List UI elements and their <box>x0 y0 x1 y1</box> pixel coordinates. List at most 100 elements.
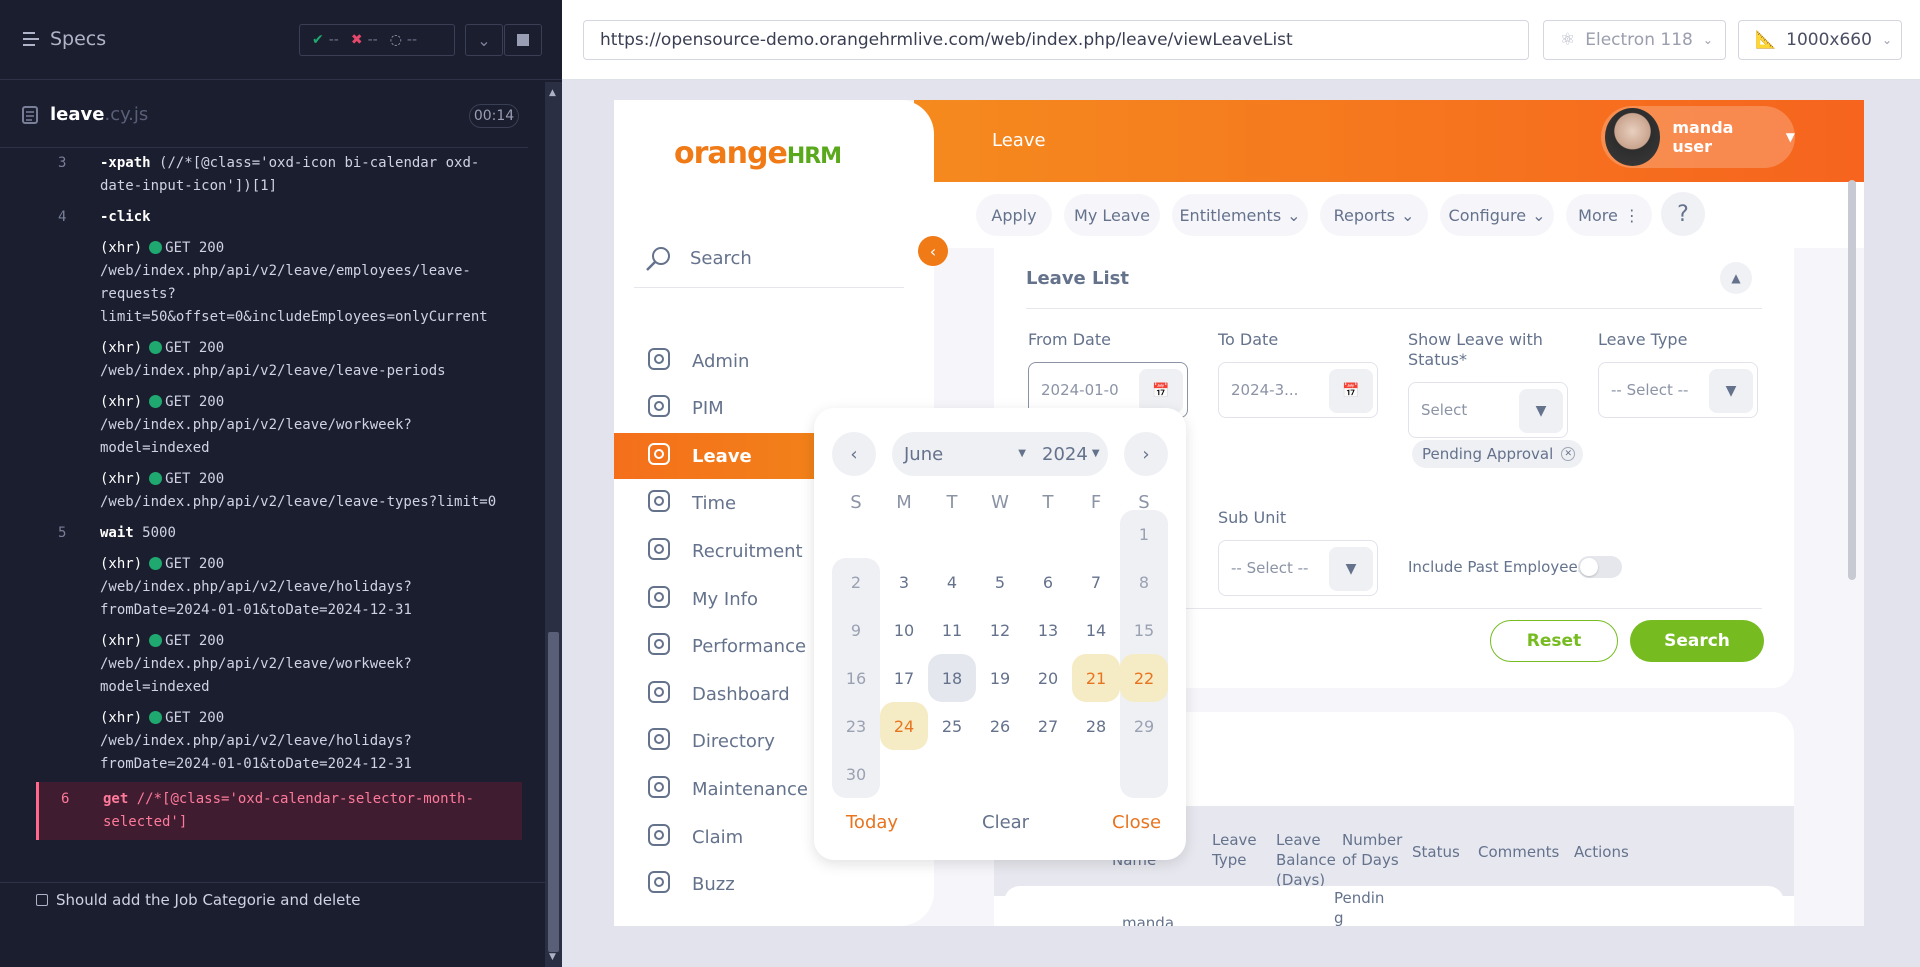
test-checkbox[interactable] <box>36 893 48 906</box>
test-title-row[interactable]: Should add the Job Categorie and delete <box>0 882 548 916</box>
calendar-day[interactable]: 7 <box>1072 558 1120 606</box>
search-label: Search <box>690 248 752 269</box>
calendar-day[interactable]: 25 <box>928 702 976 750</box>
tab-my-leave[interactable]: My Leave <box>1064 194 1160 236</box>
specs-toggle[interactable]: Specs <box>22 28 106 50</box>
caret-down-icon[interactable]: ▼ <box>1709 369 1753 413</box>
calendar-day[interactable]: 10 <box>880 606 928 654</box>
scrollbar-thumb[interactable] <box>548 632 559 952</box>
command-log: 3 -xpath (//*[@class='oxd-icon bi-calenda… <box>36 150 522 870</box>
table-row[interactable]: manda Pendin g <box>1004 886 1784 926</box>
command-log-item[interactable]: (xhr) GET 200 /web/index.php/api/v2/leave… <box>36 466 522 520</box>
tab-configure[interactable]: Configure ⌄ <box>1440 194 1554 236</box>
command-log-item[interactable]: (xhr) GET 200 /web/index.php/api/v2/leave… <box>36 389 522 466</box>
sub-unit-select[interactable]: -- Select -- ▼ <box>1218 540 1378 596</box>
calendar-day[interactable]: 28 <box>1072 702 1120 750</box>
collapse-sidebar-button[interactable]: ‹ <box>918 236 948 266</box>
calendar-day[interactable]: 17 <box>880 654 928 702</box>
command-log-item[interactable]: (xhr) GET 200 /web/index.php/api/v2/leave… <box>36 235 522 335</box>
calendar-day[interactable]: 18 <box>928 654 976 702</box>
caret-down-icon[interactable]: ▼ <box>1519 389 1563 433</box>
tab-label: Entitlements <box>1179 205 1282 225</box>
calendar-day[interactable]: 19 <box>976 654 1024 702</box>
command-log-item[interactable]: 6 get //*[@class='oxd-calendar-selector-m… <box>36 782 522 840</box>
today-button[interactable]: Today <box>846 812 898 833</box>
sidebar-item-label: Dashboard <box>692 683 790 705</box>
calendar-day[interactable]: 29 <box>1120 702 1168 750</box>
calendar-day[interactable]: 4 <box>928 558 976 606</box>
command-log-item[interactable]: (xhr) GET 200 /web/index.php/api/v2/leave… <box>36 551 522 628</box>
clear-button[interactable]: Clear <box>982 812 1029 833</box>
calendar-day[interactable]: 14 <box>1072 606 1120 654</box>
sidebar-search[interactable]: Search <box>634 230 904 288</box>
year-select[interactable]: 2024 ▼ <box>1042 444 1100 465</box>
leave-type-select[interactable]: -- Select -- ▼ <box>1598 362 1758 418</box>
command-log-item[interactable]: 5 wait 5000 <box>36 520 522 551</box>
calendar-day[interactable]: 9 <box>832 606 880 654</box>
calendar-day[interactable]: 16 <box>832 654 880 702</box>
scroll-up-icon[interactable]: ▲ <box>549 88 556 98</box>
browser-selector[interactable]: ⚛ Electron 118 ⌄ <box>1543 20 1726 60</box>
calendar-day[interactable]: 13 <box>1024 606 1072 654</box>
status-select[interactable]: Select ▼ <box>1408 382 1568 438</box>
calendar-day[interactable]: 27 <box>1024 702 1072 750</box>
command-name: (xhr) <box>100 240 143 256</box>
viewport-selector[interactable]: 📐 1000x660 ⌄ <box>1738 20 1902 60</box>
calendar-day[interactable]: 12 <box>976 606 1024 654</box>
sidebar-item-admin[interactable]: Admin <box>614 338 920 384</box>
calendar-day[interactable]: 21 <box>1072 654 1120 702</box>
next-month-button[interactable]: › <box>1124 432 1168 476</box>
command-log-item[interactable]: 3 -xpath (//*[@class='oxd-icon bi-calenda… <box>36 150 522 204</box>
caret-down-icon[interactable]: ▼ <box>1329 547 1373 591</box>
calendar-day[interactable]: 8 <box>1120 558 1168 606</box>
calendar-icon[interactable]: 📅 <box>1139 369 1183 413</box>
command-log-item[interactable]: (xhr) GET 200 /web/index.php/api/v2/leave… <box>36 335 522 389</box>
command-name: (xhr) <box>100 394 143 410</box>
command-body: (xhr) GET 200 /web/index.php/api/v2/leave… <box>100 630 522 699</box>
past-employees-toggle[interactable] <box>1578 556 1622 578</box>
calendar-day[interactable]: 1 <box>1120 510 1168 558</box>
frame-scrollbar[interactable] <box>1848 180 1856 580</box>
command-log-item[interactable]: 4 -click <box>36 204 522 235</box>
calendar-day[interactable]: 30 <box>832 750 880 798</box>
scroll-down-icon[interactable]: ▼ <box>549 952 556 962</box>
calendar-day[interactable]: 3 <box>880 558 928 606</box>
tab-reports[interactable]: Reports ⌄ <box>1320 194 1428 236</box>
leave-type-label: Leave Type <box>1598 330 1688 349</box>
command-name: -click <box>100 209 151 225</box>
calendar-day[interactable]: 15 <box>1120 606 1168 654</box>
calendar-day[interactable]: 24 <box>880 702 928 750</box>
tab-more[interactable]: More ⋮ <box>1566 194 1652 236</box>
remove-chip-icon[interactable]: ✕ <box>1561 447 1576 461</box>
prev-month-button[interactable]: ‹ <box>832 432 876 476</box>
calendar-day[interactable]: 5 <box>976 558 1024 606</box>
calendar-day[interactable]: 20 <box>1024 654 1072 702</box>
calendar-icon[interactable]: 📅 <box>1329 369 1373 413</box>
command-log-item[interactable]: (xhr) GET 200 /web/index.php/api/v2/leave… <box>36 628 522 705</box>
collapse-card-button[interactable]: ▲ <box>1720 262 1752 294</box>
month-select[interactable]: June ▼ <box>904 444 1034 465</box>
to-date-input[interactable]: 2024-3... 📅 <box>1218 362 1378 418</box>
calendar-day[interactable]: 23 <box>832 702 880 750</box>
command-log-scrollbar[interactable]: ▲ ▼ <box>545 82 562 967</box>
command-log-item[interactable]: (xhr) GET 200 /web/index.php/api/v2/leave… <box>36 705 522 782</box>
calendar-day[interactable]: 2 <box>832 558 880 606</box>
close-button[interactable]: Close <box>1112 812 1161 833</box>
calendar-day[interactable]: 6 <box>1024 558 1072 606</box>
tab-entitlements[interactable]: Entitlements ⌄ <box>1172 194 1308 236</box>
calendar-day[interactable]: 26 <box>976 702 1024 750</box>
electron-icon: ⚛ <box>1560 30 1576 50</box>
sidebar-item-label: Recruitment <box>692 540 803 562</box>
user-dropdown[interactable]: manda user ▼ <box>1601 106 1795 168</box>
calendar-day[interactable]: 11 <box>928 606 976 654</box>
chevron-down-button[interactable]: ⌄ <box>465 24 503 56</box>
sidebar-item-buzz[interactable]: Buzz <box>614 862 920 908</box>
help-button[interactable]: ? <box>1661 192 1705 236</box>
stop-button[interactable] <box>504 24 542 56</box>
reset-button[interactable]: Reset <box>1490 620 1618 662</box>
url-bar[interactable]: https://opensource-demo.orangehrmlive.co… <box>583 20 1529 60</box>
search-button[interactable]: Search <box>1630 620 1764 662</box>
calendar-day[interactable]: 22 <box>1120 654 1168 702</box>
tab-apply[interactable]: Apply <box>976 194 1052 236</box>
command-number <box>36 337 100 383</box>
